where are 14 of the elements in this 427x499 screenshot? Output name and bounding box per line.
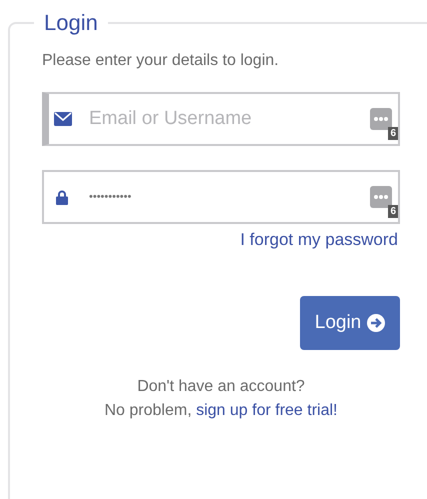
signup-link[interactable]: sign up for free trial! [196, 402, 338, 419]
password-manager-icon[interactable] [370, 108, 392, 130]
password-manager-icon[interactable] [370, 186, 392, 208]
forgot-password-link[interactable]: I forgot my password [42, 230, 398, 250]
panel-title: Login [43, 10, 99, 36]
login-button[interactable]: Login [300, 296, 400, 350]
signup-prompt: No problem, sign up for free trial! [104, 402, 338, 420]
arrow-circle-icon [367, 314, 386, 332]
count-badge: 6 [388, 205, 398, 218]
lock-icon [56, 190, 68, 204]
envelope-icon [54, 112, 72, 126]
count-badge: 6 [388, 127, 398, 140]
instructions: Please enter your details to login. [42, 52, 280, 70]
signup-question: Don't have an account? [137, 378, 305, 396]
